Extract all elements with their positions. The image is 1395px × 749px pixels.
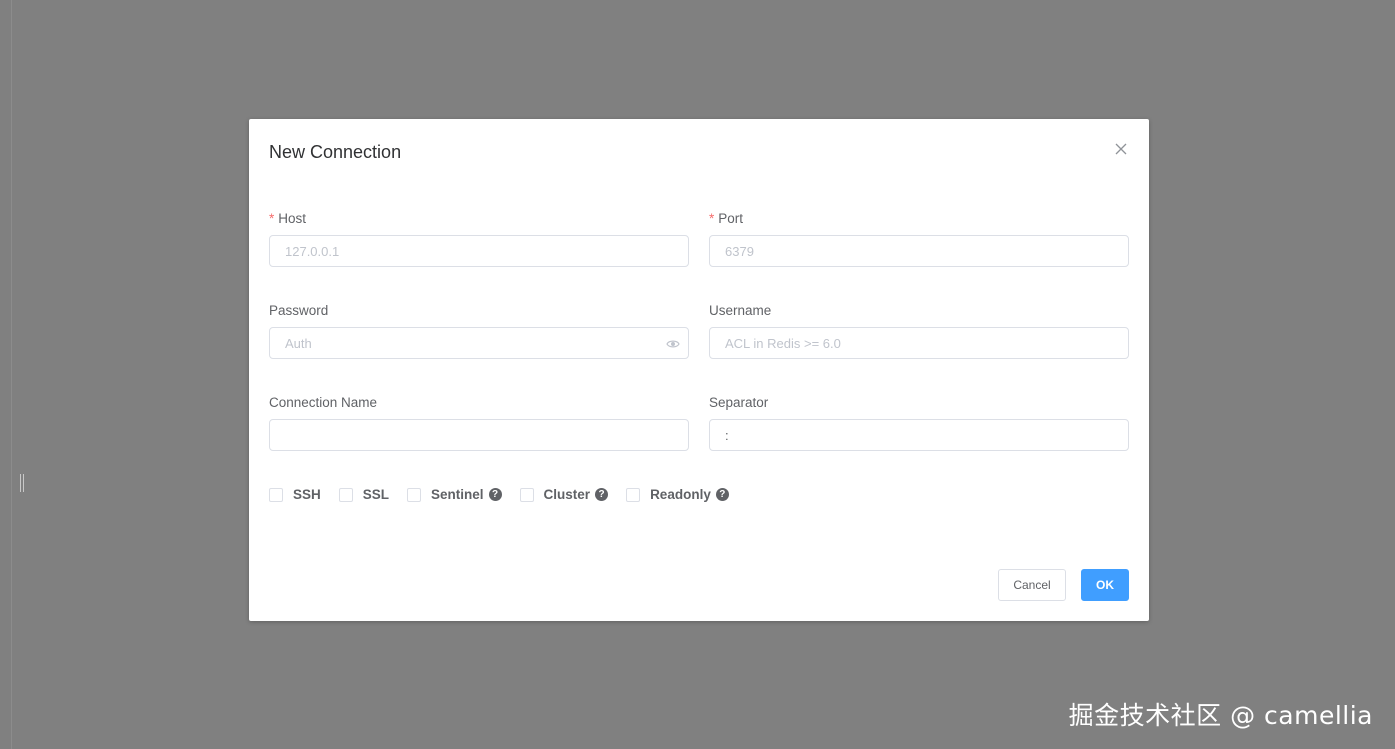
sentinel-checkbox[interactable]: Sentinel ?	[407, 487, 502, 502]
close-icon[interactable]	[1113, 141, 1129, 157]
checkbox-box[interactable]	[407, 487, 422, 502]
eye-icon[interactable]	[666, 337, 680, 349]
connection-name-input-wrapper	[269, 419, 689, 451]
host-field: * Host	[269, 209, 689, 267]
port-field: * Port	[709, 209, 1129, 267]
readonly-label: Readonly	[650, 487, 711, 502]
checkbox-box[interactable]	[269, 487, 283, 502]
new-connection-dialog: New Connection *Host *Port Password	[249, 119, 1149, 621]
password-field: Password	[269, 301, 689, 359]
question-circle-icon[interactable]: ?	[488, 488, 502, 501]
ok-button[interactable]: OK	[1081, 569, 1129, 601]
username-field: Username	[709, 301, 1129, 359]
port-input-wrapper	[709, 235, 1129, 267]
separator-field: Separator	[709, 393, 1129, 451]
window-left-border	[11, 0, 12, 749]
ssh-label: SSH	[293, 487, 321, 502]
port-label: * Port	[709, 211, 744, 226]
separator-input-wrapper	[709, 419, 1129, 451]
connection-name-field: Connection Name	[269, 393, 689, 451]
readonly-checkbox[interactable]: Readonly ?	[626, 487, 729, 502]
dialog-title: New Connection	[269, 142, 402, 162]
ssh-checkbox[interactable]: SSH	[269, 487, 321, 502]
connection-name-input[interactable]	[270, 420, 688, 450]
password-input[interactable]	[270, 328, 688, 358]
host-input-wrapper	[269, 235, 689, 267]
username-input-wrapper	[709, 327, 1129, 359]
host-label: * Host	[269, 211, 307, 226]
ssl-checkbox[interactable]: SSL	[338, 487, 390, 502]
cancel-button[interactable]: Cancel	[998, 569, 1066, 601]
username-label: Username	[709, 303, 772, 318]
watermark-text: 掘金技术社区 @ camellia	[1068, 701, 1373, 730]
separator-input[interactable]	[710, 420, 1128, 450]
required-mark: *	[709, 211, 715, 226]
ssl-label: SSL	[362, 487, 390, 502]
cluster-checkbox[interactable]: Cluster ?	[519, 487, 609, 502]
password-label: Password	[269, 303, 329, 318]
question-circle-icon[interactable]: ?	[715, 488, 729, 501]
connection-name-label: Connection Name	[269, 395, 378, 410]
username-input[interactable]	[710, 328, 1128, 358]
connection-options: SSH SSL Sentinel ? Cluster ? Readonly ?	[269, 487, 747, 502]
sentinel-label: Sentinel	[431, 487, 484, 502]
checkbox-box[interactable]	[338, 487, 353, 502]
checkbox-box[interactable]	[519, 487, 534, 502]
question-circle-icon[interactable]: ?	[595, 488, 609, 501]
separator-label: Separator	[709, 395, 769, 410]
host-input[interactable]	[270, 236, 688, 266]
password-input-wrapper	[269, 327, 689, 359]
pane-resize-handle[interactable]	[20, 474, 24, 492]
port-input[interactable]	[710, 236, 1128, 266]
required-mark: *	[269, 211, 275, 226]
cluster-label: Cluster	[543, 487, 591, 502]
checkbox-box[interactable]	[626, 487, 641, 502]
